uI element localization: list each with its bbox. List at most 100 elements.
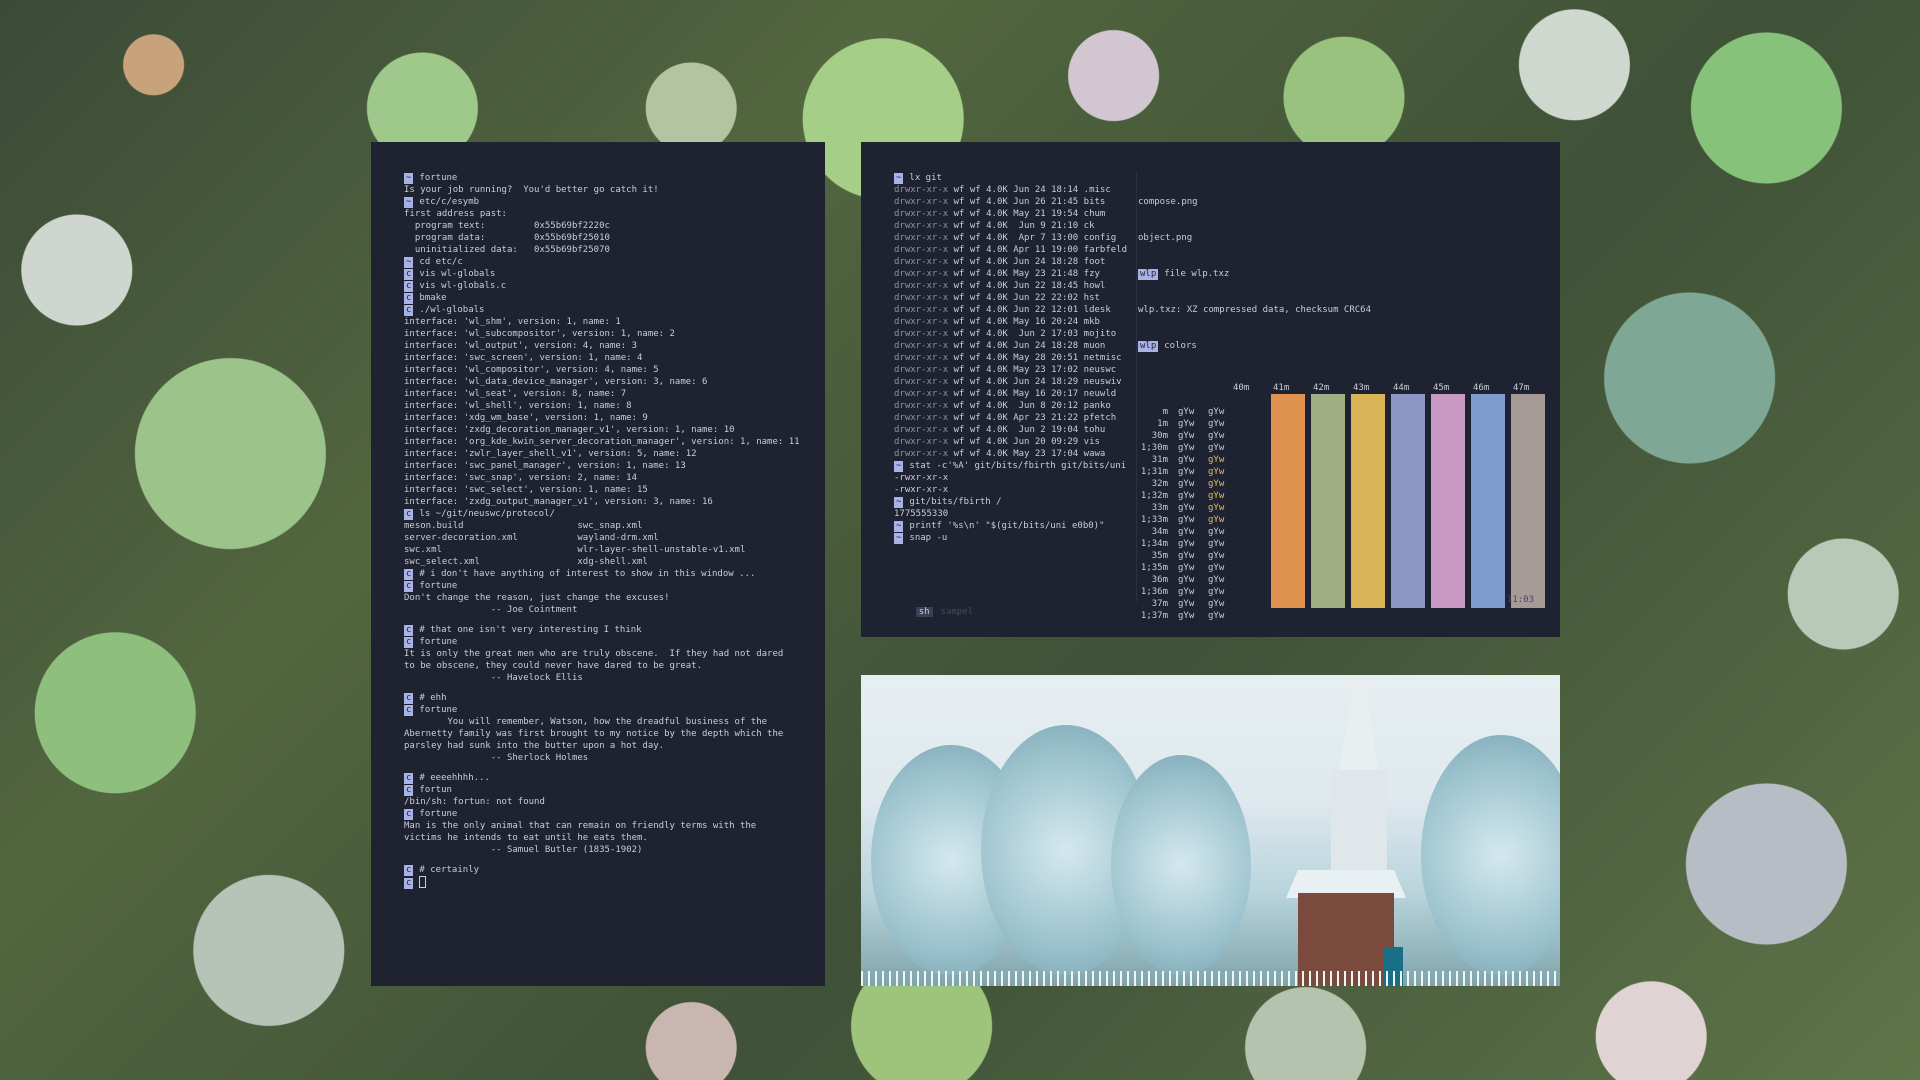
ls-row: drwxr-xr-x wf wf 4.0K May 21 19:54 chum: [894, 208, 1134, 220]
ls-entry: wf wf 4.0K May 16 20:17 neuwld: [948, 389, 1117, 399]
prompt-badge: c: [404, 809, 414, 820]
output-line: Abernetty family was first brought to my…: [404, 729, 784, 739]
color-swatch-bar: [1511, 394, 1545, 608]
output-line: interface: 'wl_seat', version: 8, name: …: [404, 389, 627, 399]
output-line: interface: 'wl_compositor', version: 4, …: [404, 365, 659, 375]
command-line: c # eeeehhhh...: [404, 772, 825, 784]
file-result: wlp.txz: XZ compressed data, checksum CR…: [1138, 305, 1371, 315]
prompt-badge: ~: [404, 197, 414, 208]
ls-row: drwxr-xr-x wf wf 4.0K Jun 22 22:02 hst: [894, 292, 1134, 304]
command-text: vis wl-globals: [419, 269, 496, 279]
color-row-label: 31m: [1151, 455, 1168, 465]
fence: [861, 971, 1560, 986]
command-line: c ./wl-globals: [404, 304, 825, 316]
color-cell: gYw: [1208, 563, 1225, 573]
prompt-badge: c: [404, 293, 414, 304]
ls-row: drwxr-xr-x wf wf 4.0K May 23 21:48 fzy: [894, 268, 1134, 280]
color-cell: gYw: [1208, 491, 1225, 501]
terminal-window-right[interactable]: ~ lx git drwxr-xr-x wf wf 4.0K Jun 24 18:1…: [861, 142, 1560, 637]
wlp-top-line-2: object.png: [1138, 233, 1193, 243]
color-row-label: 1;34m: [1140, 539, 1168, 549]
output-line: -rwxr-xr-x: [894, 473, 949, 483]
color-cell: gYw: [1178, 611, 1195, 621]
command-text: lx git: [909, 173, 942, 183]
status-tag: sh: [915, 607, 933, 617]
command-line: c ls ~/git/neuswc/protocol/: [404, 508, 825, 520]
church-spire: [1339, 677, 1379, 772]
ls-entry: wf wf 4.0K Jun 8 20:12 panko: [948, 401, 1111, 411]
ls-row: drwxr-xr-x wf wf 4.0K Jun 24 18:28 foot: [894, 256, 1134, 268]
output-line: parsley had sunk into the butter upon a …: [404, 741, 665, 751]
command-line: ~ etc/c/esymb: [404, 196, 825, 208]
command-line: ~ stat -c'%A' git/bits/fbirth git/bits/un…: [894, 460, 1134, 472]
frosted-tree: [1111, 755, 1251, 975]
permissions: drwxr-xr-x: [894, 413, 949, 423]
color-row-label: m: [1162, 407, 1168, 417]
color-swatch-bar: [1311, 394, 1345, 608]
color-cell: gYw: [1208, 503, 1225, 513]
frosted-tree: [1421, 735, 1560, 975]
output-line: interface: 'wl_shm', version: 1, name: 1: [404, 317, 621, 327]
permissions: drwxr-xr-x: [894, 389, 949, 399]
color-row-label: 1;33m: [1140, 515, 1168, 525]
permissions: drwxr-xr-x: [894, 197, 949, 207]
output-line: interface: 'swc_snap', version: 2, name:…: [404, 473, 637, 483]
prompt-badge: ~: [894, 497, 904, 508]
prompt-badge: ~: [894, 533, 904, 544]
prompt-badge: c: [404, 705, 414, 716]
command-line: c # i don't have anything of interest to …: [404, 568, 825, 580]
image-viewer-window[interactable]: [861, 675, 1560, 986]
wlp-pane: compose.png object.png wlp file wlp.txz w…: [1138, 172, 1545, 637]
ls-entry: wf wf 4.0K Jun 20 09:29 vis: [948, 437, 1100, 447]
prompt-badge: c: [404, 281, 414, 292]
ls-row: drwxr-xr-x wf wf 4.0K May 16 20:24 mkb: [894, 316, 1134, 328]
color-cell: gYw: [1208, 479, 1225, 489]
color-cell: gYw: [1208, 407, 1225, 417]
color-row-label: 32m: [1151, 479, 1168, 489]
output-line: interface: 'swc_select', version: 1, nam…: [404, 485, 648, 495]
output-line: interface: 'zwlr_layer_shell_v1', versio…: [404, 449, 697, 459]
color-cell: gYw: [1178, 455, 1195, 465]
color-cell: gYw: [1178, 563, 1195, 573]
color-cell: gYw: [1178, 575, 1195, 585]
output-line: swc_select.xml xdg-shell.xml: [404, 557, 648, 567]
color-cell: gYw: [1208, 515, 1225, 525]
color-column-header: 47m: [1513, 383, 1530, 393]
prompt-badge: ~: [894, 173, 904, 184]
ls-entry: wf wf 4.0K May 16 20:24 mkb: [948, 317, 1100, 327]
command-text: file wlp.txz: [1164, 269, 1230, 279]
permissions: drwxr-xr-x: [894, 437, 949, 447]
pane-divider: [1136, 172, 1137, 602]
output-line: interface: 'xdg_wm_base', version: 1, na…: [404, 413, 648, 423]
ls-entry: wf wf 4.0K Apr 7 13:00 config: [948, 233, 1117, 243]
terminal-window-left[interactable]: ~ fortune Is your job running? You'd bette…: [371, 142, 825, 986]
ls-entry: wf wf 4.0K Apr 11 19:00 farbfeld: [948, 245, 1127, 255]
ls-row: drwxr-xr-x wf wf 4.0K Jun 24 18:28 muon: [894, 340, 1134, 352]
command-line: c fortune: [404, 580, 825, 592]
prompt-badge: c: [404, 637, 414, 648]
output-line: interface: 'wl_data_device_manager', ver…: [404, 377, 708, 387]
command-text: bmake: [419, 293, 447, 303]
output-line: program text: 0x55b69bf2220c: [404, 221, 610, 231]
color-column-header: 41m: [1273, 383, 1290, 393]
color-cell: gYw: [1208, 431, 1225, 441]
ls-row: drwxr-xr-x wf wf 4.0K Jun 2 19:04 tohu: [894, 424, 1134, 436]
ls-entry: wf wf 4.0K May 23 17:02 neuswc: [948, 365, 1117, 375]
ls-row: drwxr-xr-x wf wf 4.0K Apr 7 13:00 config: [894, 232, 1134, 244]
command-text: git/bits/fbirth /: [909, 497, 1002, 507]
ls-entry: wf wf 4.0K Jun 24 18:28 foot: [948, 257, 1106, 267]
ls-row: drwxr-xr-x wf wf 4.0K Jun 24 18:14 .misc: [894, 184, 1134, 196]
ls-entry: wf wf 4.0K Jun 22 12:01 ldesk: [948, 305, 1111, 315]
command-text: vis wl-globals.c: [419, 281, 507, 291]
command-text: colors: [1164, 341, 1197, 351]
ls-entry: wf wf 4.0K Jun 2 19:04 tohu: [948, 425, 1106, 435]
color-cell: gYw: [1208, 419, 1225, 429]
output-line: swc.xml wlr-layer-shell-unstable-v1.xml: [404, 545, 746, 555]
prompt-badge: ~: [404, 173, 414, 184]
command-text: ls ~/git/neuswc/protocol/: [419, 509, 555, 519]
color-cell: gYw: [1208, 551, 1225, 561]
color-cell: gYw: [1178, 467, 1195, 477]
